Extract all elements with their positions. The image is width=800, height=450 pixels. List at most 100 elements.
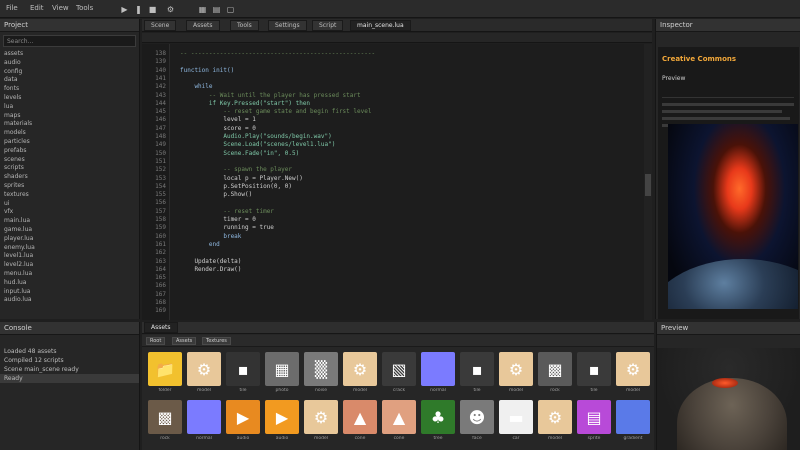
crumb-root[interactable]: Root: [146, 337, 166, 345]
play-icon[interactable]: ▶: [226, 400, 260, 434]
car-icon[interactable]: ▬: [499, 400, 533, 434]
code-line[interactable]: local p = Player.New(): [180, 175, 302, 182]
tab-scene[interactable]: Scene: [144, 20, 177, 31]
file-list-item[interactable]: enemy.lua: [0, 244, 139, 253]
play-toolbar-icon[interactable]: ▶: [120, 5, 129, 14]
file-list-item[interactable]: scripts: [0, 164, 139, 173]
file-list-item[interactable]: audio.lua: [0, 296, 139, 305]
file-list-item[interactable]: level1.lua: [0, 252, 139, 261]
menu-view[interactable]: View: [52, 4, 69, 12]
menu-edit[interactable]: Edit: [30, 4, 44, 12]
puzzle-icon[interactable]: ⚙: [499, 352, 533, 386]
code-line[interactable]: -- -------------------------------------…: [180, 50, 375, 57]
file-list-item[interactable]: assets: [0, 50, 139, 59]
code-line[interactable]: Scene.Load("scenes/level1.lua"): [180, 141, 335, 148]
file-list-item[interactable]: prefabs: [0, 147, 139, 156]
rock-icon[interactable]: ▩: [148, 400, 182, 434]
file-list-item[interactable]: models: [0, 129, 139, 138]
file-list-item[interactable]: textures: [0, 191, 139, 200]
code-line[interactable]: Audio.Play("sounds/begin.wav"): [180, 133, 331, 140]
dark-tile-icon[interactable]: ▪: [460, 352, 494, 386]
editor-scrollbar-thumb[interactable]: [645, 174, 651, 196]
code-line[interactable]: Render.Draw(): [180, 266, 241, 273]
tab-settings[interactable]: Settings: [268, 20, 307, 31]
tools-toolbar-icon[interactable]: ⚙: [166, 5, 175, 14]
folder-icon[interactable]: 📁: [148, 352, 182, 386]
code-line[interactable]: level = 1: [180, 116, 256, 123]
rock-icon[interactable]: ▩: [538, 352, 572, 386]
file-list-item[interactable]: config: [0, 68, 139, 77]
puzzle-icon[interactable]: ⚙: [343, 352, 377, 386]
code-line[interactable]: -- spawn the player: [180, 166, 292, 173]
file-list-item[interactable]: vfx: [0, 208, 139, 217]
file-list-item[interactable]: input.lua: [0, 288, 139, 297]
pause-toolbar-icon[interactable]: ❚: [134, 5, 143, 14]
puzzle-icon[interactable]: ⚙: [304, 400, 338, 434]
menu-tools[interactable]: Tools: [76, 4, 93, 12]
code-line[interactable]: timer = 0: [180, 216, 256, 223]
tree-icon[interactable]: ♣: [421, 400, 455, 434]
dark-tile-icon[interactable]: ▪: [577, 352, 611, 386]
code-line[interactable]: -- reset timer: [180, 208, 274, 215]
code-line[interactable]: score = 0: [180, 125, 256, 132]
file-list-item[interactable]: levels: [0, 94, 139, 103]
file-list-item[interactable]: fonts: [0, 85, 139, 94]
file-list-item[interactable]: hud.lua: [0, 279, 139, 288]
code-line[interactable]: if Key.Pressed("start") then: [180, 100, 310, 107]
code-line[interactable]: p.Show(): [180, 191, 252, 198]
noise-icon[interactable]: ▒: [304, 352, 338, 386]
code-line[interactable]: running = true: [180, 224, 274, 231]
dark-tile-icon[interactable]: ▪: [226, 352, 260, 386]
puzzle-icon[interactable]: ⚙: [538, 400, 572, 434]
code-line[interactable]: p.SetPosition(0, 0): [180, 183, 292, 190]
file-list-item[interactable]: sprites: [0, 182, 139, 191]
menu-file[interactable]: File: [6, 4, 18, 12]
window-toolbar-icon[interactable]: ▢: [226, 5, 235, 14]
play-icon[interactable]: ▶: [265, 400, 299, 434]
code-editor[interactable]: 138 139 140 141 142 143 144 145 146 147 148 149 150 1…: [142, 44, 652, 320]
gradient-icon[interactable]: [616, 400, 650, 434]
crumb-assets[interactable]: Assets: [172, 337, 197, 345]
file-list-item[interactable]: game.lua: [0, 226, 139, 235]
file-list-item[interactable]: menu.lua: [0, 270, 139, 279]
code-line[interactable]: -- Wait until the player has pressed sta…: [180, 92, 361, 99]
grid-toolbar-icon[interactable]: ▦: [198, 5, 207, 14]
face-icon[interactable]: ☻: [460, 400, 494, 434]
blue-tile-icon[interactable]: [421, 352, 455, 386]
file-list-item[interactable]: main.lua: [0, 217, 139, 226]
sprite-icon[interactable]: ▤: [577, 400, 611, 434]
tab-assets[interactable]: Assets: [186, 20, 220, 31]
code-line[interactable]: function init(): [180, 67, 234, 74]
file-list-item[interactable]: audio: [0, 59, 139, 68]
tab-tools[interactable]: Tools: [230, 20, 259, 31]
photo-icon[interactable]: ▦: [265, 352, 299, 386]
code-line[interactable]: break: [180, 233, 241, 240]
tab-asset-browser[interactable]: Assets: [144, 322, 178, 333]
file-list-item[interactable]: scenes: [0, 156, 139, 165]
file-list-item[interactable]: level2.lua: [0, 261, 139, 270]
editor-scrollbar[interactable]: [644, 44, 652, 320]
file-list-item[interactable]: ui: [0, 200, 139, 209]
code-line[interactable]: -- reset game state and begin first leve…: [180, 108, 371, 115]
code-line[interactable]: Scene.Fade("in", 0.5): [180, 150, 299, 157]
file-list-item[interactable]: particles: [0, 138, 139, 147]
file-list-item[interactable]: lua: [0, 103, 139, 112]
code-line[interactable]: end: [180, 241, 220, 248]
tab-script[interactable]: Script: [312, 20, 344, 31]
puzzle-icon[interactable]: ⚙: [616, 352, 650, 386]
file-list-item[interactable]: player.lua: [0, 235, 139, 244]
file-list-item[interactable]: maps: [0, 112, 139, 121]
file-list-item[interactable]: shaders: [0, 173, 139, 182]
puzzle-icon[interactable]: ⚙: [187, 352, 221, 386]
file-list-item[interactable]: data: [0, 76, 139, 85]
layout-toolbar-icon[interactable]: ▤: [212, 5, 221, 14]
tab-main-scene[interactable]: main_scene.lua: [350, 20, 411, 31]
cone-icon[interactable]: ▲: [382, 400, 416, 434]
code-line[interactable]: while: [180, 83, 212, 90]
cone-icon[interactable]: ▲: [343, 400, 377, 434]
stop-toolbar-icon[interactable]: ■: [148, 5, 157, 14]
crack-icon[interactable]: ▧: [382, 352, 416, 386]
file-list-item[interactable]: materials: [0, 120, 139, 129]
crumb-textures[interactable]: Textures: [202, 337, 231, 345]
blue-tile-icon[interactable]: [187, 400, 221, 434]
